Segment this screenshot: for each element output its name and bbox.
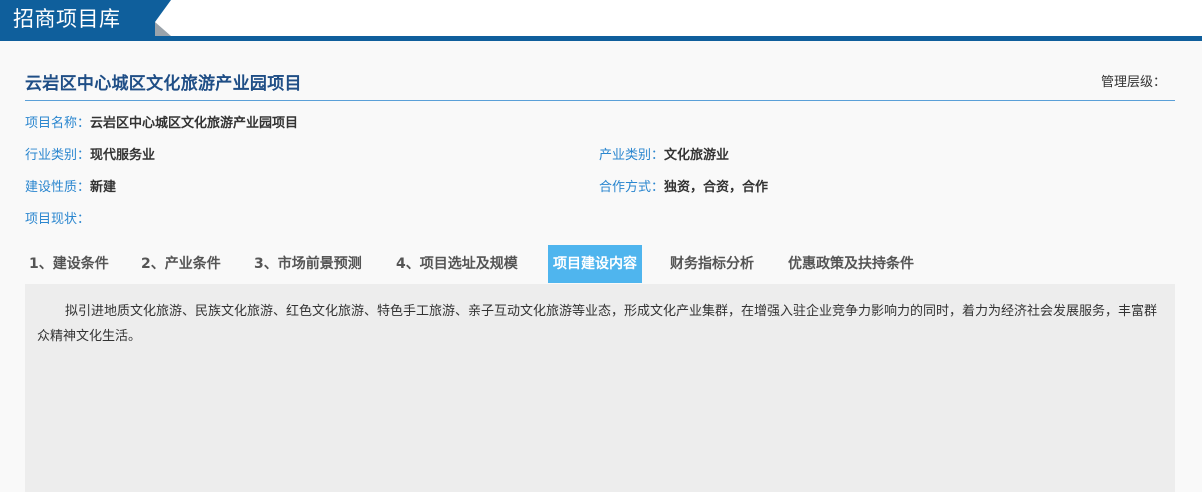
tab-construction-content[interactable]: 项目建设内容 <box>548 245 642 283</box>
field-cooperation-mode: 合作方式：独资，合资，合作 <box>599 179 768 197</box>
tab-financial-analysis[interactable]: 财务指标分析 <box>670 245 754 283</box>
header-tab-shadow <box>155 22 171 36</box>
field-value: 新建 <box>90 180 117 195</box>
field-sector-category: 产业类别：文化旅游业 <box>599 147 729 165</box>
tab-construction-conditions[interactable]: 1、建设条件 <box>29 245 109 283</box>
field-project-name: 项目名称：云岩区中心城区文化旅游产业园项目 <box>25 115 298 133</box>
tab-content-area: 拟引进地质文化旅游、民族文化旅游、红色文化旅游、特色手工旅游、亲子互动文化旅游等… <box>25 284 1175 492</box>
detail-tabs: 1、建设条件 2、产业条件 3、市场前景预测 4、项目选址及规模 项目建设内容 … <box>25 245 1175 283</box>
field-construction-type: 建设性质：新建 <box>25 179 116 197</box>
field-value: 现代服务业 <box>90 148 156 163</box>
project-panel: 云岩区中心城区文化旅游产业园项目 管理层级： 项目名称：云岩区中心城区文化旅游产… <box>0 41 1202 492</box>
field-label: 合作方式： <box>599 180 665 195</box>
tab-industry-conditions[interactable]: 2、产业条件 <box>141 245 221 283</box>
page-header: 招商项目库 <box>0 0 1202 42</box>
tab-policy-support[interactable]: 优惠政策及扶持条件 <box>788 245 914 283</box>
field-project-status: 项目现状： <box>25 211 90 229</box>
field-industry-category: 行业类别：现代服务业 <box>25 147 155 165</box>
tab-site-and-scale[interactable]: 4、项目选址及规模 <box>396 245 518 283</box>
field-label: 产业类别： <box>599 148 665 163</box>
field-label: 项目现状： <box>25 212 91 227</box>
title-divider <box>25 100 1175 101</box>
field-value: 独资，合资，合作 <box>664 180 769 195</box>
field-label: 项目名称： <box>25 116 91 131</box>
tab-content-text: 拟引进地质文化旅游、民族文化旅游、红色文化旅游、特色手工旅游、亲子互动文化旅游等… <box>37 304 1158 344</box>
header-tab-corner <box>155 0 171 22</box>
project-title: 云岩区中心城区文化旅游产业园项目 <box>25 74 302 94</box>
tab-market-forecast[interactable]: 3、市场前景预测 <box>254 245 362 283</box>
field-value: 文化旅游业 <box>664 148 730 163</box>
field-value: 云岩区中心城区文化旅游产业园项目 <box>90 116 299 131</box>
field-label: 行业类别： <box>25 148 91 163</box>
field-label: 建设性质： <box>25 180 91 195</box>
section-title: 招商项目库 <box>0 0 155 38</box>
management-level-label: 管理层级： <box>1100 75 1166 90</box>
